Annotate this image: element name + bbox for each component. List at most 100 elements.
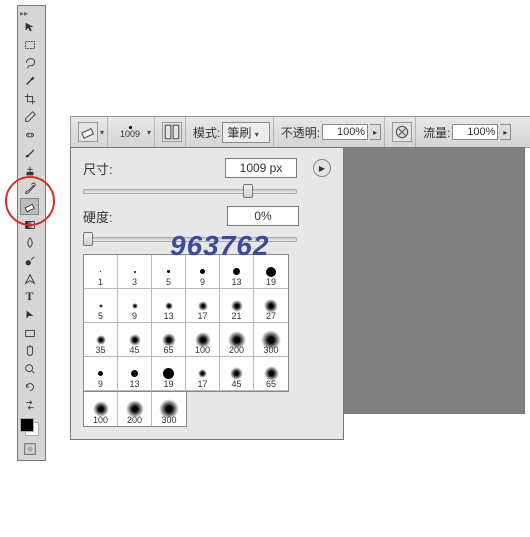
mode-select[interactable]: 筆刷 ▾ — [222, 122, 269, 143]
brush-preset[interactable]: 9 — [84, 357, 118, 391]
tool-clone-stamp[interactable] — [20, 162, 39, 179]
tool-magic-wand[interactable] — [20, 72, 39, 89]
brush-preset[interactable]: 19 — [254, 255, 288, 289]
brush-preset[interactable]: 19 — [152, 357, 186, 391]
brush-preset-size: 5 — [98, 311, 103, 321]
brush-preset-size: 45 — [129, 345, 139, 355]
size-label: 尺寸: — [83, 159, 119, 178]
brush-preset[interactable]: 9 — [186, 255, 220, 289]
tool-eraser[interactable] — [20, 198, 39, 215]
document-canvas[interactable] — [320, 147, 525, 414]
brush-preset[interactable]: 21 — [220, 289, 254, 323]
brush-preset-size: 45 — [231, 379, 241, 389]
brush-preset-size: 9 — [200, 277, 205, 287]
brush-preset-popover: 尺寸: 1009 px ▶ 硬度: 0% 1359131959131721273… — [70, 147, 344, 440]
brush-preset[interactable]: 17 — [186, 357, 220, 391]
brush-preset[interactable]: 200 — [220, 323, 254, 357]
tool-brush[interactable] — [20, 144, 39, 161]
brush-preset[interactable]: 100 — [186, 323, 220, 357]
brush-preset[interactable]: 300 — [254, 323, 288, 357]
brush-preset-size: 5 — [166, 277, 171, 287]
tool-gradient[interactable] — [20, 216, 39, 233]
size-input[interactable]: 1009 px — [225, 158, 297, 178]
brush-preset[interactable]: 200 — [118, 392, 152, 426]
brush-preset[interactable]: 65 — [152, 323, 186, 357]
color-swatches[interactable] — [20, 418, 39, 436]
brush-preset-size: 17 — [197, 311, 207, 321]
tool-history-brush[interactable] — [20, 180, 39, 197]
brush-preset-size: 9 — [98, 379, 103, 389]
brush-preset-size: 1 — [98, 277, 103, 287]
brush-preset-size: 13 — [163, 311, 173, 321]
flow-arrow[interactable]: ▸ — [500, 124, 511, 140]
brush-preset[interactable]: 13 — [118, 357, 152, 391]
brush-preset-size: 300 — [161, 415, 176, 425]
brush-preset[interactable]: 100 — [84, 392, 118, 426]
brush-preset-size: 19 — [163, 379, 173, 389]
tool-eyedropper[interactable] — [20, 108, 39, 125]
eraser-icon[interactable] — [78, 122, 98, 142]
brush-preset-size: 19 — [266, 277, 276, 287]
brush-preset-grid-extra: 100 200 300 — [83, 392, 187, 427]
brush-preset-size: 27 — [266, 311, 276, 321]
brush-preset-size: 200 — [127, 415, 142, 425]
tool-rotate-view[interactable] — [20, 378, 39, 395]
tool-preset-caret[interactable]: ▾ — [100, 128, 104, 137]
brush-preset[interactable]: 9 — [118, 289, 152, 323]
tool-pen[interactable] — [20, 270, 39, 287]
brush-preset[interactable]: 45 — [118, 323, 152, 357]
tool-blur[interactable] — [20, 234, 39, 251]
airbrush-icon[interactable] — [392, 122, 412, 142]
brush-preset-picker[interactable]: 1009 — [115, 126, 145, 139]
quick-mask-icon[interactable] — [20, 440, 39, 457]
brush-panel-toggle-icon[interactable] — [162, 122, 182, 142]
opacity-arrow[interactable]: ▸ — [370, 124, 381, 140]
brush-preset-size: 100 — [195, 345, 210, 355]
brush-preset[interactable]: 13 — [152, 289, 186, 323]
brush-preset-size: 200 — [229, 345, 244, 355]
brush-preset-size: 65 — [163, 345, 173, 355]
tool-lasso[interactable] — [20, 54, 39, 71]
size-slider[interactable] — [83, 184, 331, 196]
brush-preset[interactable]: 300 — [152, 392, 186, 426]
tool-path-select[interactable] — [20, 306, 39, 323]
tool-rect-marquee[interactable] — [20, 36, 39, 53]
brush-preset[interactable]: 5 — [152, 255, 186, 289]
toolbar-grip[interactable]: ▸▸ — [20, 9, 43, 17]
tool-zoom[interactable] — [20, 360, 39, 377]
brush-preset[interactable]: 17 — [186, 289, 220, 323]
flyout-menu-icon[interactable]: ▶ — [313, 159, 331, 177]
brush-preset-size: 100 — [93, 415, 108, 425]
tool-spot-heal[interactable] — [20, 126, 39, 143]
brush-preset-size: 13 — [129, 379, 139, 389]
brush-preset[interactable]: 3 — [118, 255, 152, 289]
tool-dodge[interactable] — [20, 252, 39, 269]
hardness-label: 硬度: — [83, 207, 119, 226]
brush-preset[interactable]: 45 — [220, 357, 254, 391]
hardness-slider[interactable] — [83, 232, 331, 244]
tool-type[interactable]: T — [20, 288, 39, 305]
brush-preset[interactable]: 65 — [254, 357, 288, 391]
brush-preset-size: 9 — [132, 311, 137, 321]
brush-preset-size: 35 — [95, 345, 105, 355]
flow-input[interactable]: 100% — [452, 124, 498, 140]
brush-preset[interactable]: 27 — [254, 289, 288, 323]
tool-rectangle[interactable] — [20, 324, 39, 341]
mode-label: 模式: — [193, 124, 220, 141]
brush-picker-caret[interactable]: ▾ — [147, 128, 151, 137]
brush-preset-size: 65 — [266, 379, 276, 389]
opacity-input[interactable]: 100% — [322, 124, 368, 140]
tool-switch[interactable] — [20, 396, 39, 413]
tool-hand[interactable] — [20, 342, 39, 359]
brush-preset-size: 17 — [197, 379, 207, 389]
brush-preset[interactable]: 5 — [84, 289, 118, 323]
brush-preset[interactable]: 35 — [84, 323, 118, 357]
hardness-input[interactable]: 0% — [227, 206, 299, 226]
brush-preset-size: 300 — [263, 345, 278, 355]
tool-move[interactable] — [20, 18, 39, 35]
tool-crop[interactable] — [20, 90, 39, 107]
brush-preset-grid: 1359131959131721273545651002003009131917… — [83, 254, 289, 392]
flow-label: 流量: — [423, 124, 450, 141]
brush-preset[interactable]: 13 — [220, 255, 254, 289]
brush-preset[interactable]: 1 — [84, 255, 118, 289]
